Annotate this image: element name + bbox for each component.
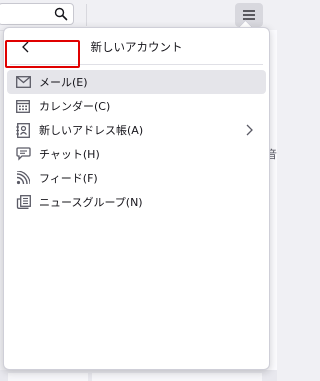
menu-item-label: フィード(F) <box>39 172 98 185</box>
menu-item-feed[interactable]: フィード(F) <box>7 166 266 190</box>
menu-item-calendar[interactable]: カレンダー(C) <box>7 94 266 118</box>
menu-item-label: カレンダー(C) <box>39 100 111 113</box>
menu-item-mail[interactable]: メール(E) <box>7 70 266 94</box>
background-bottom-segment <box>8 373 88 381</box>
search-icon <box>54 7 68 21</box>
new-account-menu: メール(E) カレンダー(C) 新しいアドレス帳(A) チャット(H) フィード… <box>7 70 266 214</box>
menu-item-label: メール(E) <box>39 76 88 89</box>
panel-divider <box>10 64 263 65</box>
menu-item-label: 新しいアドレス帳(A) <box>39 124 144 137</box>
menu-item-chat[interactable]: チャット(H) <box>7 142 266 166</box>
panel-title: 新しいアカウント <box>90 40 183 54</box>
background-bottom-segment <box>92 373 262 381</box>
newsgroup-icon <box>15 194 31 210</box>
back-button[interactable] <box>14 36 38 58</box>
chat-icon <box>15 146 31 162</box>
search-input[interactable] <box>0 3 74 25</box>
calendar-icon <box>15 98 31 114</box>
chevron-right-icon <box>246 124 253 136</box>
toolbar-separator <box>86 4 87 26</box>
rss-feed-icon <box>15 170 31 186</box>
menu-item-label: チャット(H) <box>39 148 100 161</box>
address-book-icon <box>15 122 31 138</box>
new-account-panel: 新しいアカウント メール(E) カレンダー(C) 新しいアドレス帳(A) チャッ… <box>3 27 270 370</box>
panel-header: 新しいアカウント <box>4 28 269 64</box>
chevron-left-icon <box>22 41 29 53</box>
mail-icon <box>15 74 31 90</box>
menu-item-newsgroup[interactable]: ニュースグループ(N) <box>7 190 266 214</box>
menu-item-address-book[interactable]: 新しいアドレス帳(A) <box>7 118 266 142</box>
menu-item-label: ニュースグループ(N) <box>39 196 143 209</box>
